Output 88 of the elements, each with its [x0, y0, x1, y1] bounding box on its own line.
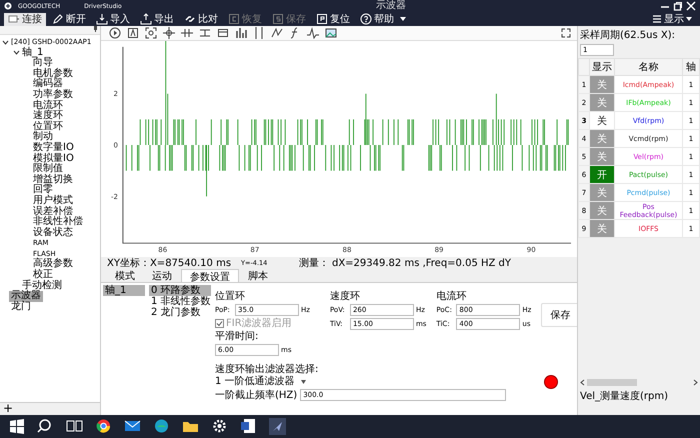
framed-square-icon — [272, 13, 284, 25]
group-title: 电流环 — [436, 291, 468, 302]
tree-item[interactable]: 示波器 — [9, 291, 43, 302]
tab[interactable]: 参数设置 — [181, 269, 239, 282]
tree-item[interactable]: 用户模式 — [31, 196, 75, 206]
play-icon[interactable] — [109, 27, 121, 39]
restore-icon — [673, 1, 683, 11]
field-label: 平滑时间: — [215, 331, 260, 342]
toolbar-button[interactable]: 复位 — [312, 12, 354, 26]
pulse-icon[interactable] — [307, 27, 319, 39]
caret-icon — [686, 16, 692, 22]
checkbox-label: FIR滤波器启用 — [226, 318, 292, 329]
chevron-icon[interactable] — [13, 49, 20, 56]
column-header: 名称 — [614, 58, 682, 76]
tab[interactable]: 运动 — [144, 269, 180, 282]
toolbar-button[interactable]: 导入 — [92, 12, 134, 26]
tree-item[interactable]: 功率参数 — [31, 90, 75, 101]
field-label: 速度环输出滤波器选择: — [215, 364, 320, 375]
add-button[interactable]: + — [0, 403, 16, 414]
tree-item[interactable]: 设备状态 — [31, 228, 75, 238]
list-item[interactable]: 轴_1 — [103, 285, 145, 296]
measure-icon[interactable] — [199, 27, 211, 39]
scroll-left-icon — [580, 378, 585, 386]
tree-item[interactable]: 校正 — [31, 270, 55, 281]
pencil-icon — [52, 13, 64, 25]
plug-icon — [8, 13, 20, 25]
legend-label: Vel_测量速度(rpm) — [579, 390, 669, 404]
tab[interactable]: 模式 — [107, 269, 143, 282]
crosshair-icon[interactable] — [163, 27, 175, 39]
window-title: 示波器 — [374, 0, 407, 12]
filter-dropdown[interactable]: 1 一阶低通滤波器 — [215, 376, 315, 387]
column-header: 轴 — [682, 58, 700, 76]
app-icon[interactable] — [269, 418, 286, 435]
framed-square-icon — [228, 13, 240, 25]
expand-icon[interactable] — [561, 28, 571, 38]
tree-item[interactable]: 编码器 — [31, 79, 65, 90]
field-label: 一阶截止频率(HZ) — [215, 388, 298, 402]
list-item[interactable]: 1 非线性参数 — [149, 296, 211, 307]
tree-item[interactable]: 龙门 — [9, 302, 33, 312]
list-item[interactable]: 0 环路参数 — [149, 285, 211, 296]
windows-icon[interactable] — [8, 418, 25, 435]
display-toggle[interactable]: 关 — [590, 112, 614, 130]
list-item[interactable]: 2 龙门参数 — [149, 307, 211, 318]
measurement-readout: 测量： dX=29349.82 ms ,Freq=0.05 HZ dY — [298, 256, 511, 270]
vertical-cursor-icon[interactable] — [253, 27, 265, 39]
save-button[interactable]: 保存 — [541, 303, 580, 327]
gear-icon[interactable] — [211, 418, 228, 435]
frame-icon[interactable] — [127, 27, 139, 39]
display-toggle[interactable]: 开 — [590, 166, 614, 184]
pin-icon — [93, 26, 98, 32]
group-title: 速度环 — [330, 291, 361, 302]
framed-square-icon — [316, 13, 328, 25]
tree-item[interactable]: 增益切换 — [31, 174, 75, 186]
image-icon[interactable] — [325, 27, 337, 39]
document-icon[interactable] — [240, 418, 257, 435]
tree-item[interactable]: 非线性补偿 — [31, 217, 85, 228]
group-title: 位置环 — [215, 291, 246, 302]
close-icon — [686, 1, 696, 11]
bars-icon[interactable] — [235, 27, 247, 39]
toolbar-button[interactable]: 比对 — [180, 12, 222, 26]
toolbar-button[interactable]: 连接 — [4, 12, 46, 26]
tree-item[interactable]: 数字量IO — [31, 142, 76, 154]
caret-icon — [400, 16, 406, 22]
scrollbar-thumb[interactable] — [587, 378, 637, 386]
browser-icon[interactable] — [95, 418, 112, 435]
menu-icon — [652, 14, 662, 24]
cursor-readout: XY坐标：X=87540.10 ms — [107, 256, 232, 270]
horizontal-cursor-icon[interactable] — [181, 27, 193, 39]
tree-item[interactable]: 轴_1 — [20, 48, 46, 58]
tree-item[interactable]: 向导 — [31, 58, 55, 69]
view-menu[interactable]: 显示 — [648, 12, 696, 26]
toolbar-button[interactable]: 断开 — [48, 12, 90, 26]
column-header: 显示 — [590, 58, 614, 76]
tree-item[interactable]: 速度环 — [31, 111, 65, 122]
window-icon[interactable] — [217, 27, 229, 39]
tab[interactable]: 脚本 — [240, 269, 276, 282]
edge-icon[interactable] — [153, 418, 170, 435]
field-label: 采样周期(62.5us X): — [580, 28, 676, 42]
chevron-icon[interactable] — [2, 38, 9, 46]
tree-item[interactable]: 回零 — [31, 185, 55, 196]
toolbar-button[interactable]: 导出 — [136, 12, 178, 26]
zoom-fit-icon[interactable] — [145, 27, 157, 39]
caret-icon — [300, 380, 306, 384]
scroll-right-icon — [693, 378, 698, 386]
tree-item[interactable]: 制动 — [31, 132, 55, 143]
toolbar-button[interactable]: 帮助 — [356, 12, 398, 26]
tree-item[interactable]: 限制值 — [31, 164, 65, 175]
scale-icon[interactable] — [271, 27, 283, 39]
